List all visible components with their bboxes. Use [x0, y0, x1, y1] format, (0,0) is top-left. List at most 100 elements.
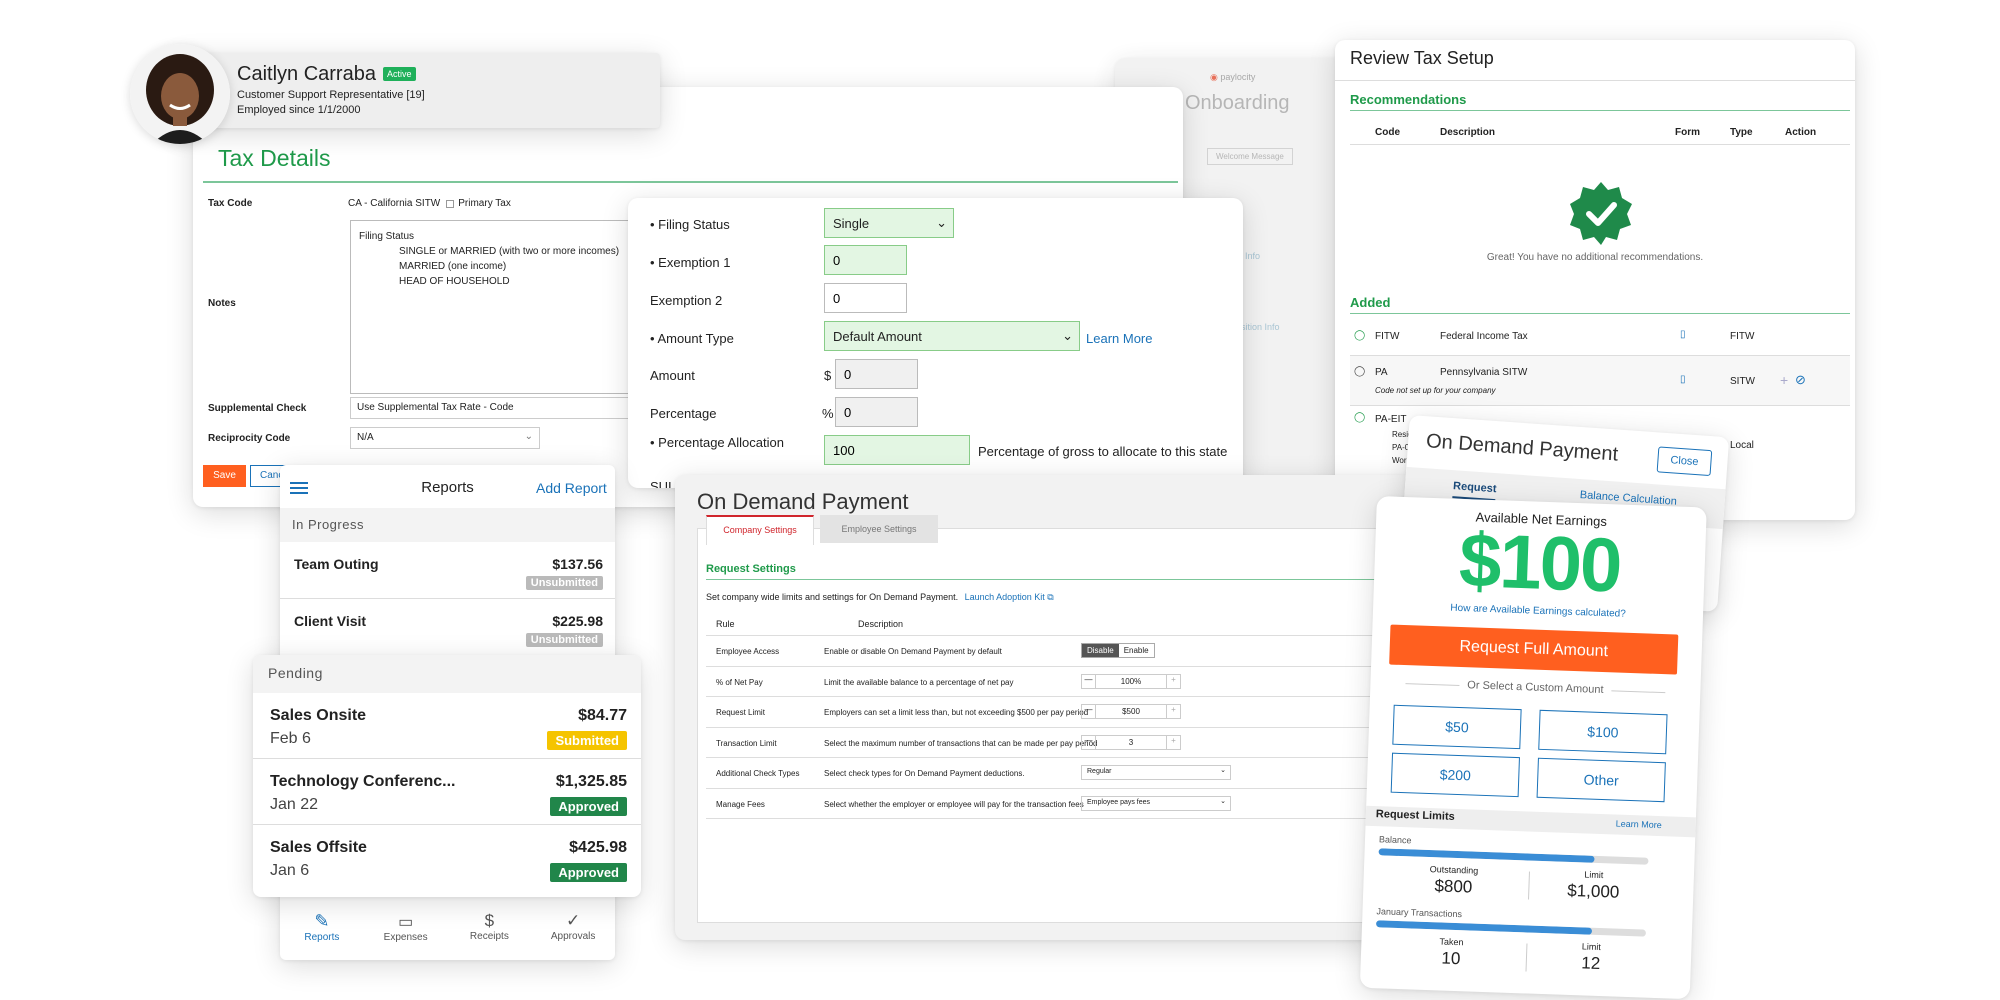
- form-document-icon[interactable]: ▯: [1680, 329, 1686, 340]
- filing-status-select[interactable]: Single ⌄: [824, 208, 954, 238]
- rule-select[interactable]: Regular ⌄: [1081, 765, 1231, 780]
- tax-code-value: CA - California SITW: [348, 198, 441, 209]
- percentage-input[interactable]: [835, 397, 918, 427]
- dollar-icon: $: [484, 911, 495, 930]
- column-header-rule: Rule: [716, 619, 735, 629]
- employee-name: Caitlyn Carraba: [237, 63, 376, 85]
- percentage-prefix: %: [822, 406, 834, 421]
- rule-description: Select the maximum number of transaction…: [824, 738, 1098, 748]
- exemption2-input[interactable]: [824, 283, 907, 313]
- status-badge: Approved: [550, 863, 627, 882]
- recommendations-heading: Recommendations: [1350, 92, 1467, 107]
- odp-settings-card: On Demand Payment Company Settings Emplo…: [675, 475, 1425, 940]
- notes-line: HEAD OF HOUSEHOLD: [399, 276, 510, 287]
- rule-name: Transaction Limit: [716, 738, 777, 748]
- amount-option-100[interactable]: $100: [1538, 709, 1668, 755]
- pending-header: Pending: [253, 655, 641, 693]
- nav-receipts[interactable]: $ Receipts: [448, 905, 532, 960]
- amount-option-200[interactable]: $200: [1390, 752, 1520, 798]
- launch-adoption-kit-link[interactable]: Launch Adoption Kit ⧉: [965, 592, 1054, 602]
- tax-details-title: Tax Details: [218, 145, 331, 171]
- add-report-link[interactable]: Add Report: [536, 480, 607, 496]
- odp-mobile-card: Available Net Earnings $100 How are Avai…: [1359, 496, 1707, 1000]
- taken-value: 10: [1441, 948, 1461, 969]
- check-circle-icon: ✓: [566, 911, 581, 930]
- add-icon[interactable]: +: [1780, 372, 1788, 388]
- reciprocity-code-select[interactable]: N/A ⌄: [350, 427, 540, 449]
- rule-select[interactable]: Employee pays fees ⌄: [1081, 795, 1231, 811]
- table-row: ◯ PA Pennsylvania SITW Code not set up f…: [1350, 356, 1850, 406]
- list-item[interactable]: Team Outing $137.56 Unsubmitted: [280, 542, 615, 599]
- request-full-amount-button[interactable]: Request Full Amount: [1389, 624, 1679, 675]
- amount-option-other[interactable]: Other: [1536, 757, 1666, 803]
- minus-icon[interactable]: —: [1082, 735, 1096, 749]
- minus-icon[interactable]: —: [1082, 674, 1096, 688]
- table-header-action: Action: [1785, 127, 1817, 138]
- table-header-form: Form: [1675, 127, 1700, 138]
- notes-line: SINGLE or MARRIED (with two or more inco…: [399, 246, 620, 257]
- balance-label: Balance: [1378, 834, 1412, 846]
- plus-icon[interactable]: +: [1166, 735, 1180, 749]
- list-item[interactable]: Client Visit $225.98 Unsubmitted: [280, 599, 615, 656]
- list-item[interactable]: Technology Conferenc... Jan 22 $1,325.85…: [253, 759, 641, 825]
- supplemental-check-label: Supplemental Check: [208, 403, 307, 414]
- table-row: Additional Check Types Select check types…: [706, 758, 1416, 789]
- value-stepper[interactable]: —3 +: [1081, 734, 1181, 750]
- allocation-input[interactable]: [824, 435, 970, 465]
- nav-expenses[interactable]: ▭ Expenses: [364, 905, 448, 960]
- amount-option-50[interactable]: $50: [1392, 704, 1522, 750]
- tab-employee-settings[interactable]: Employee Settings: [820, 515, 938, 543]
- filing-status-card: • Filing Status Single⌄ • Exemption 1 Ex…: [628, 198, 1243, 488]
- table-row: Request Limit Employers can set a limit l…: [706, 697, 1416, 728]
- plus-icon[interactable]: +: [1166, 674, 1180, 688]
- status-badge: Submitted: [547, 731, 627, 750]
- chevron-down-icon: ⌄: [1220, 797, 1226, 805]
- enable-option[interactable]: Enable: [1119, 644, 1154, 657]
- value-stepper[interactable]: —100% +: [1081, 673, 1181, 689]
- plus-icon[interactable]: +: [1166, 705, 1180, 718]
- primary-tax-checkbox[interactable]: [446, 199, 455, 208]
- custom-amount-label: Or Select a Custom Amount: [1370, 676, 1700, 700]
- nav-approvals[interactable]: ✓ Approvals: [531, 905, 615, 960]
- exemption1-label: • Exemption 1: [650, 255, 731, 270]
- amount-type-select[interactable]: Default Amount ⌄: [824, 321, 1080, 351]
- remove-icon[interactable]: ⊘: [1795, 372, 1806, 388]
- list-item[interactable]: Sales Offsite Jan 6 $425.98 Approved: [253, 825, 641, 891]
- card-icon: ▭: [398, 914, 414, 931]
- allocation-hint: Percentage of gross to allocate to this …: [978, 444, 1228, 459]
- welcome-message-button[interactable]: Welcome Message: [1207, 148, 1293, 165]
- tab-company-settings[interactable]: Company Settings: [706, 515, 814, 545]
- form-document-icon[interactable]: ▯: [1680, 374, 1686, 385]
- status-badge: Approved: [550, 797, 627, 816]
- amount-label: Amount: [650, 368, 695, 383]
- rule-description: Select whether the employer or employee …: [824, 799, 1084, 809]
- table-row: Employee Access Enable or disable On Dema…: [706, 636, 1416, 667]
- list-item[interactable]: Sales Onsite Feb 6 $84.77 Submitted: [253, 693, 641, 759]
- january-transactions-label: January Transactions: [1376, 906, 1463, 920]
- learn-more-link[interactable]: Learn More: [1086, 331, 1152, 346]
- table-row: Transaction Limit Select the maximum numb…: [706, 728, 1416, 758]
- balance-progress: [1378, 848, 1649, 865]
- chevron-down-icon: ⌄: [936, 215, 947, 230]
- sui-label: SUI: [650, 479, 672, 488]
- filing-status-label: • Filing Status: [650, 217, 730, 232]
- exemption1-input[interactable]: [824, 245, 907, 275]
- minus-icon[interactable]: —: [1082, 705, 1096, 718]
- notes-textarea[interactable]: Filing Status SINGLE or MARRIED (with tw…: [350, 220, 640, 394]
- rule-description: Limit the available balance to a percent…: [824, 677, 1014, 687]
- supplemental-check-select[interactable]: Use Supplemental Tax Rate - Code: [350, 397, 640, 419]
- onboarding-info-link[interactable]: Info: [1245, 251, 1260, 261]
- notes-line: Filing Status: [359, 231, 415, 242]
- limit-value: 12: [1581, 953, 1601, 974]
- disable-option[interactable]: Disable: [1082, 644, 1119, 657]
- status-badge: Unsubmitted: [525, 576, 603, 590]
- save-button[interactable]: Save: [203, 465, 246, 487]
- learn-more-link[interactable]: Learn More: [1616, 819, 1662, 831]
- close-button[interactable]: Close: [1656, 446, 1713, 477]
- value-stepper[interactable]: — $500 +: [1081, 704, 1181, 719]
- access-toggle[interactable]: Disable Enable: [1081, 643, 1155, 658]
- amount-input[interactable]: [835, 359, 918, 389]
- nav-reports[interactable]: ✎ Reports: [280, 905, 364, 960]
- employee-since: Employed since 1/1/2000: [237, 104, 361, 116]
- rule-name: % of Net Pay: [716, 677, 763, 687]
